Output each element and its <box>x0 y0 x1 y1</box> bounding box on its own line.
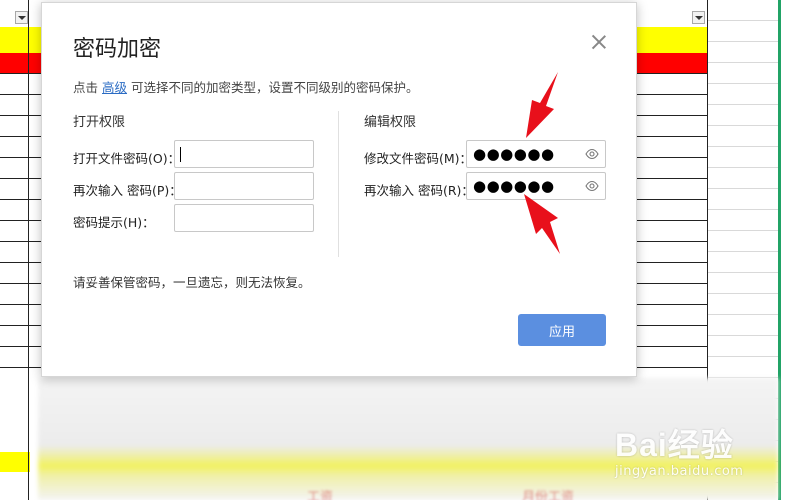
eye-icon[interactable] <box>585 180 599 192</box>
row-gridline <box>708 41 780 42</box>
description-prefix: 点击 <box>73 80 99 95</box>
open-password-label: 打开文件密码(O)： <box>73 151 181 166</box>
row-gridline <box>708 20 780 21</box>
blurred-cell-text: 月份工资 <box>522 490 575 500</box>
open-permission-title: 打开权限 <box>73 115 126 130</box>
annotation-arrow-down-icon <box>526 72 558 138</box>
dialog-title: 密码加密 <box>73 37 162 62</box>
row-gridline <box>708 146 780 147</box>
row-gridline <box>708 104 780 105</box>
row-gridline <box>708 272 780 273</box>
row-gridline <box>708 125 780 126</box>
row-gridline <box>708 314 780 315</box>
dialog-description: 点击 高级 可选择不同的加密类型，设置不同级别的密码保护。 <box>73 77 419 96</box>
password-warning-note: 请妥善保管密码，一旦遗忘，则无法恢复。 <box>73 275 311 290</box>
filter-dropdown-icon[interactable] <box>15 11 28 24</box>
selection-border <box>778 0 781 500</box>
row-gridline <box>708 335 780 336</box>
modify-password-value: ●●●●●● <box>473 145 555 163</box>
row-gridline <box>708 293 780 294</box>
row-gridline <box>708 209 780 210</box>
apply-button[interactable]: 应用 <box>518 314 606 346</box>
password-hint-label: 密码提示(H)： <box>73 215 155 230</box>
row-gridline <box>708 356 780 357</box>
watermark-url: jingyan.baidu.com <box>615 464 744 479</box>
section-divider <box>338 111 339 257</box>
row-gridline <box>708 188 780 189</box>
open-password-confirm-label: 再次输入 密码(P)： <box>73 183 182 198</box>
modify-password-input[interactable]: ●●●●●● <box>466 140 606 168</box>
modify-password-confirm-label: 再次输入 密码(R)： <box>364 183 474 198</box>
blurred-cell-text: 工资 <box>307 490 334 500</box>
modify-password-label: 修改文件密码(M)： <box>364 151 473 166</box>
filter-dropdown-icon[interactable] <box>692 11 705 24</box>
close-icon[interactable] <box>588 31 610 53</box>
row-gridline <box>708 251 780 252</box>
open-password-confirm-input[interactable] <box>174 172 314 200</box>
open-password-input[interactable] <box>174 140 314 168</box>
baidu-jingyan-watermark: Bai经验 jingyan.baidu.com <box>615 420 743 479</box>
description-suffix: 可选择不同的加密类型，设置不同级别的密码保护。 <box>131 80 419 95</box>
row-highlight-yellow <box>0 452 30 472</box>
password-hint-input[interactable] <box>174 204 314 232</box>
eye-icon[interactable] <box>585 148 599 160</box>
row-gridline <box>708 83 780 84</box>
row-gridline <box>708 230 780 231</box>
column-border <box>28 0 29 500</box>
row-gridline <box>708 62 780 63</box>
watermark-logo: Bai经验 <box>615 427 734 463</box>
annotation-arrow-up-icon <box>524 194 560 254</box>
password-encryption-dialog: 密码加密 点击 高级 可选择不同的加密类型，设置不同级别的密码保护。 打开权限 打开… <box>41 2 637 377</box>
row-gridline <box>708 167 780 168</box>
advanced-link[interactable]: 高级 <box>102 80 127 95</box>
edit-permission-title: 编辑权限 <box>364 115 417 130</box>
